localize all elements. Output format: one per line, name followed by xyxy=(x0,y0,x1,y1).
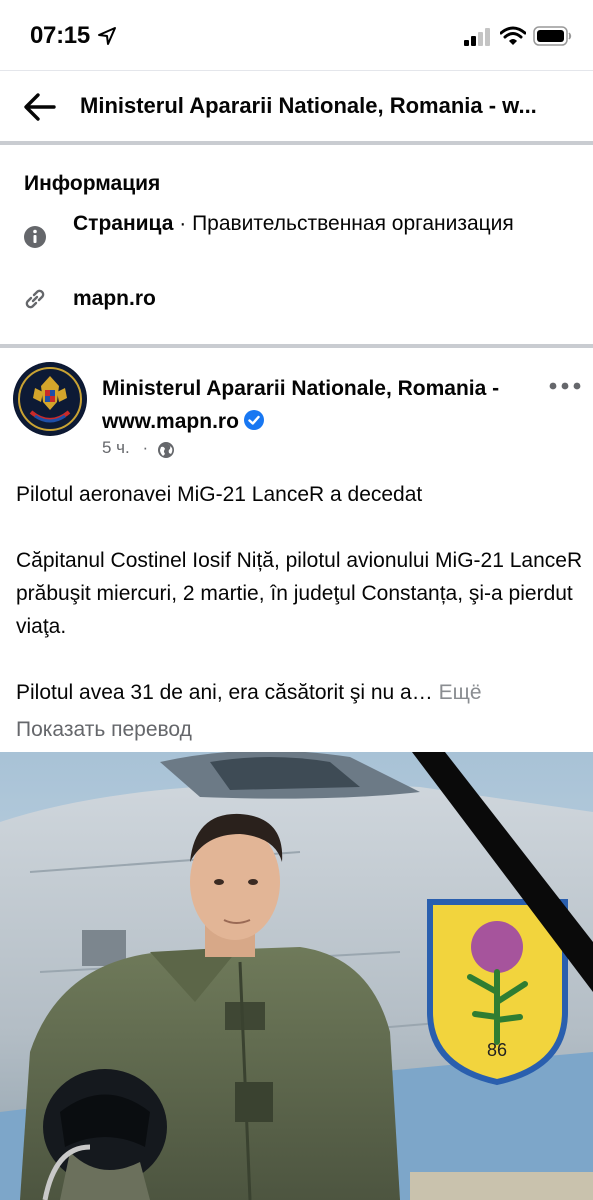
page-title: Ministerul Apararii Nationale, Romania -… xyxy=(80,93,537,118)
page-category: Страница · Правительственная организация xyxy=(73,207,553,240)
post-photo[interactable]: 86 xyxy=(0,752,593,1200)
link-icon xyxy=(25,289,45,309)
post-meta: 5 ч. · xyxy=(102,438,148,458)
location-arrow-icon xyxy=(98,27,116,45)
post-paragraph: Pilotul aeronavei MiG-21 LanceR a deceda… xyxy=(16,483,423,506)
info-icon xyxy=(24,226,46,248)
category-type: Страница xyxy=(73,212,174,235)
info-section: Информация Страница · Правительственная … xyxy=(0,146,593,344)
mapn-logo-icon xyxy=(14,363,86,435)
see-more-link[interactable]: Ещё xyxy=(439,681,482,704)
back-arrow-icon[interactable] xyxy=(20,89,60,125)
pilot-photo-image: 86 xyxy=(0,752,593,1200)
category-value: Правительственная организация xyxy=(192,212,514,235)
info-heading: Информация xyxy=(24,172,161,195)
post-paragraph: Pilotul avea 31 de ani, era căsătorit şi… xyxy=(16,681,433,704)
post-author-name: Ministerul Apararii Nationale, Romania -… xyxy=(102,377,500,433)
divider xyxy=(0,141,593,145)
status-bar: 07:15 xyxy=(0,0,593,70)
status-time: 07:15 xyxy=(30,22,90,49)
battery-icon xyxy=(533,26,572,46)
post-author[interactable]: Ministerul Apararii Nationale, Romania -… xyxy=(102,372,532,438)
see-translation-link[interactable]: Показать перевод xyxy=(16,718,192,742)
author-avatar[interactable] xyxy=(13,362,87,436)
post-time[interactable]: 5 ч. xyxy=(102,438,130,457)
meta-separator: · xyxy=(142,438,149,457)
more-options-icon[interactable] xyxy=(547,378,583,394)
page-header: Ministerul Apararii Nationale, Romania -… xyxy=(0,70,593,142)
post-text: Pilotul aeronavei MiG-21 LanceR a deceda… xyxy=(16,478,586,742)
wifi-icon xyxy=(500,26,526,45)
globe-icon xyxy=(158,442,174,458)
cellular-signal-icon xyxy=(464,28,490,46)
website-link[interactable]: mapn.ro xyxy=(73,287,156,311)
category-separator: · xyxy=(173,212,193,235)
post: Ministerul Apararii Nationale, Romania -… xyxy=(0,348,593,1200)
post-paragraph: Căpitanul Costinel Iosif Niță, pilotul a… xyxy=(16,549,583,638)
post-paragraph-truncated: Pilotul avea 31 de ani, era căsătorit şi… xyxy=(16,676,586,709)
verified-badge-icon xyxy=(243,410,264,430)
badge-number: 86 xyxy=(487,1040,507,1060)
